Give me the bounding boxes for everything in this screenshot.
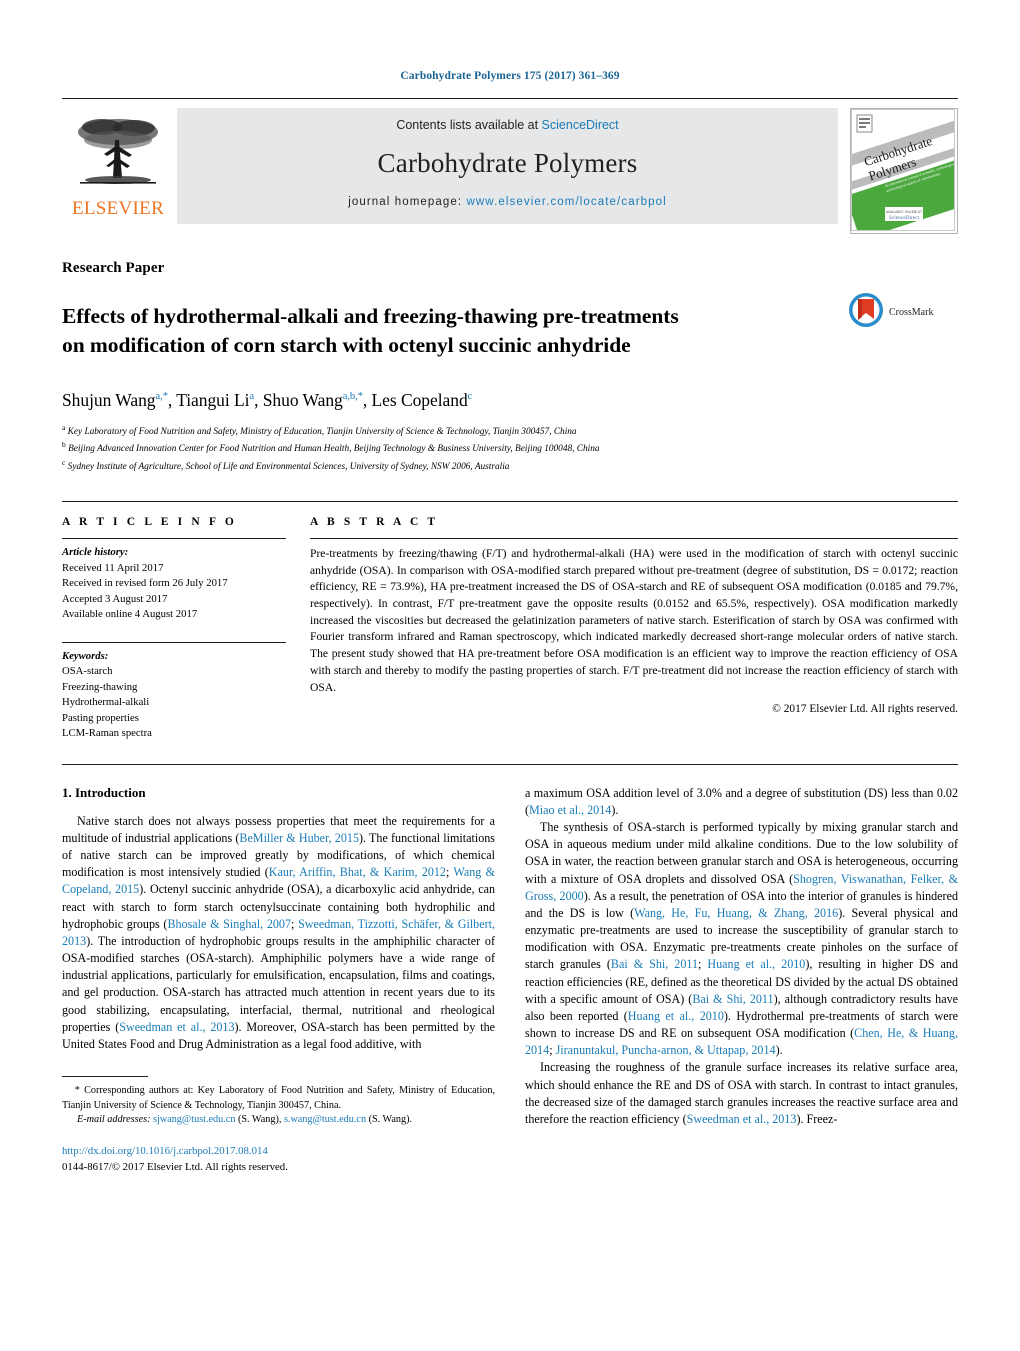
svg-text:ScienceDirect: ScienceDirect [889, 215, 920, 221]
history-item: Available online 4 August 2017 [62, 608, 198, 621]
running-head: Carbohydrate Polymers 175 (2017) 361–369 [400, 70, 620, 82]
article-info-heading: A R T I C L E I N F O [62, 516, 237, 529]
issn-copyright-line: 0144-8617/© 2017 Elsevier Ltd. All right… [62, 1160, 288, 1173]
email-label: E-mail addresses: [77, 1114, 151, 1126]
email-owner-1: (S. Wang), [237, 1114, 282, 1126]
crossmark-icon [848, 292, 884, 333]
right-column: a maximum OSA addition level of 3.0% and… [525, 785, 958, 1176]
contents-available-line: Contents lists available at ScienceDirec… [177, 108, 838, 132]
paragraph: Increasing the roughness of the granule … [525, 1060, 958, 1126]
crossmark-badge[interactable]: CrossMark [848, 292, 958, 333]
info-abstract-section: A R T I C L E I N F O Article history: R… [62, 501, 958, 742]
affiliation-text: Key Laboratory of Food Nutrition and Saf… [67, 426, 577, 437]
elsevier-logo: ELSEVIER [62, 108, 174, 218]
homepage-url-link[interactable]: www.elsevier.com/locate/carbpol [466, 196, 666, 208]
abstract-column: A B S T R A C T Pre-treatments by freezi… [310, 516, 958, 742]
doi-link[interactable]: http://dx.doi.org/10.1016/j.carbpol.2017… [62, 1144, 495, 1160]
history-item: Received in revised form 26 July 2017 [62, 577, 228, 590]
affiliation-a: a Key Laboratory of Food Nutrition and S… [62, 422, 958, 440]
history-item: Accepted 3 August 2017 [62, 592, 168, 605]
history-item: Received 11 April 2017 [62, 561, 164, 574]
body-columns: 1. Introduction Native starch does not a… [62, 763, 958, 1176]
journal-homepage-line: journal homepage: www.elsevier.com/locat… [177, 196, 838, 208]
corresponding-author-note: * Corresponding authors at: Key Laborato… [62, 1085, 496, 1111]
introduction-heading: 1. Introduction [62, 784, 146, 800]
affiliation-marker: a [62, 422, 66, 432]
keywords-block: Keywords: OSA-starch Freezing-thawing Hy… [62, 636, 286, 742]
affiliation-c: c Sydney Institute of Agriculture, Schoo… [62, 457, 958, 475]
paragraph: Native starch does not always possess pr… [62, 813, 496, 1051]
journal-band: Contents lists available at ScienceDirec… [177, 108, 838, 224]
affiliation-b: b Beijing Advanced Innovation Center for… [62, 439, 958, 457]
abstract-heading: A B S T R A C T [310, 516, 439, 529]
email-owner-2: (S. Wang). [368, 1114, 413, 1126]
keyword-item: Pasting properties [62, 711, 139, 724]
article-info-column: A R T I C L E I N F O Article history: R… [62, 516, 310, 742]
affiliation-text: Sydney Institute of Agriculture, School … [67, 461, 510, 472]
abstract-text: Pre-treatments by freezing/thawing (F/T)… [310, 547, 958, 694]
page-title: Effects of hydrothermal-alkali and freez… [62, 302, 840, 359]
keyword-item: OSA-starch [62, 665, 113, 678]
elsevier-wordmark: ELSEVIER [71, 198, 165, 219]
email-link-1[interactable]: sjwang@tust.edu.cn [153, 1114, 235, 1125]
paragraph: a maximum OSA addition level of 3.0% and… [525, 785, 958, 817]
left-column: 1. Introduction Native starch does not a… [62, 785, 495, 1176]
affiliation-text: Beijing Advanced Innovation Center for F… [68, 444, 600, 455]
journal-masthead: ELSEVIER Contents lists available at Sci… [62, 98, 958, 234]
article-type-label: Research Paper [62, 260, 165, 276]
affiliation-marker: b [62, 440, 66, 450]
sciencedirect-link[interactable]: ScienceDirect [542, 118, 619, 132]
title-line-2: on modification of corn starch with octe… [62, 332, 631, 357]
affiliation-list: a Key Laboratory of Food Nutrition and S… [62, 422, 958, 475]
email-addresses-note: E-mail addresses: sjwang@tust.edu.cn (S.… [62, 1113, 495, 1127]
email-link-2[interactable]: s.wang@tust.edu.cn [284, 1114, 366, 1125]
keyword-item: Freezing-thawing [62, 680, 138, 693]
elsevier-tree-icon [72, 110, 164, 198]
keywords-label: Keywords: [62, 649, 109, 662]
contents-prefix: Contents lists available at [396, 118, 542, 132]
keyword-item: LCM-Raman spectra [62, 727, 152, 740]
title-row: Effects of hydrothermal-alkali and freez… [62, 288, 958, 374]
author-list: Shujun Wanga,*, Tiangui Lia, Shuo Wanga,… [62, 389, 473, 410]
abstract-copyright: © 2017 Elsevier Ltd. All rights reserved… [772, 703, 958, 716]
svg-text:AVAILABLE ONLINE AT: AVAILABLE ONLINE AT [886, 210, 922, 214]
journal-title: Carbohydrate Polymers [377, 148, 638, 178]
paragraph: The synthesis of OSA-starch is performed… [525, 820, 959, 1058]
article-history-block: Article history: Received 11 April 2017 … [62, 539, 286, 623]
divider [62, 641, 286, 643]
affiliation-marker: c [62, 457, 66, 467]
footnote-divider [62, 1076, 148, 1078]
journal-cover-thumbnail: Carbohydrate Polymers An international j… [850, 108, 958, 234]
doi-block: http://dx.doi.org/10.1016/j.carbpol.2017… [62, 1144, 495, 1176]
title-line-1: Effects of hydrothermal-alkali and freez… [62, 304, 679, 329]
footnote-area: * Corresponding authors at: Key Laborato… [62, 1067, 495, 1175]
article-history-label: Article history: [62, 546, 129, 559]
crossmark-label: CrossMark [889, 307, 934, 318]
article-page: Carbohydrate Polymers 175 (2017) 361–369 [0, 0, 1020, 1351]
article-header: Research Paper Effects of hydrothermal-a… [62, 260, 958, 474]
homepage-label: journal homepage: [348, 196, 463, 208]
keyword-item: Hydrothermal-alkali [62, 696, 150, 709]
